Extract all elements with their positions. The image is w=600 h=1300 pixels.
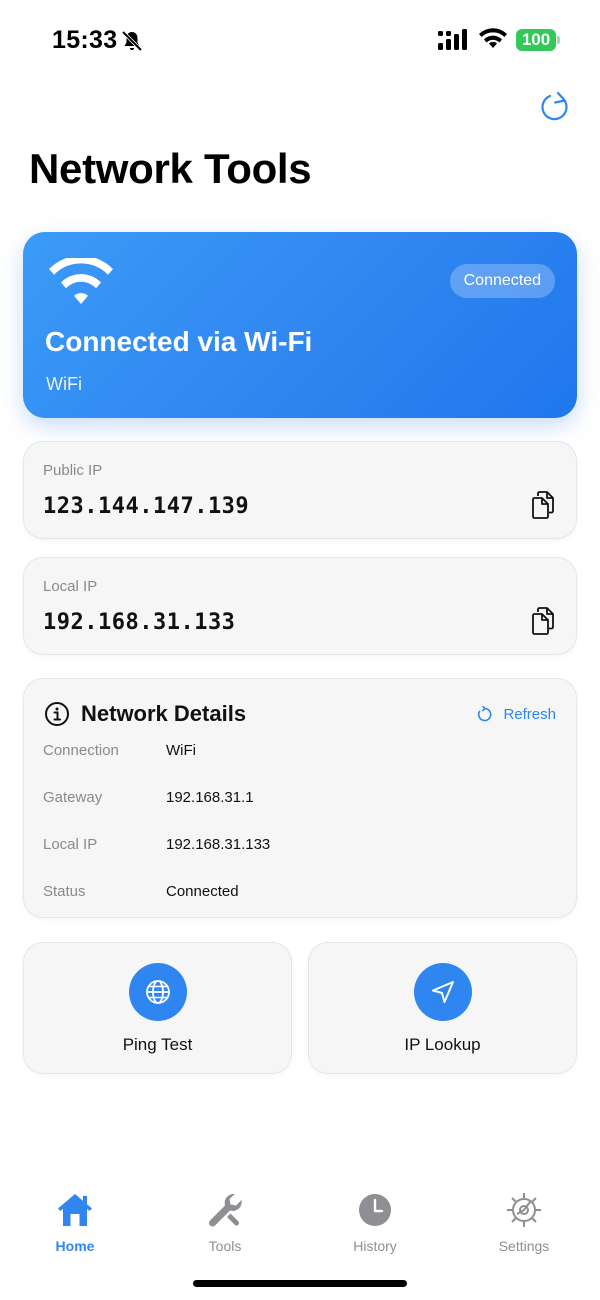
wrench-icon: [208, 1193, 242, 1227]
ip-lookup-label: IP Lookup: [404, 1035, 481, 1054]
detail-key: Local IP: [43, 836, 98, 853]
battery-level: 100: [516, 29, 556, 51]
status-time: 15:33: [52, 26, 118, 54]
tab-settings-label: Settings: [498, 1238, 550, 1254]
refresh-icon: [478, 705, 492, 721]
detail-value: Connected: [166, 883, 239, 900]
network-details-card: Network Details Refresh Connection WiFi …: [23, 678, 577, 918]
ip-lookup-button[interactable]: IP Lookup: [308, 942, 577, 1074]
copy-icon[interactable]: [530, 606, 556, 636]
connection-card: Connected Connected via Wi-Fi WiFi: [23, 232, 577, 418]
detail-row: Connection WiFi: [43, 742, 543, 764]
tab-history-label: History: [353, 1238, 397, 1254]
clock-icon: [359, 1194, 391, 1226]
connection-title: Connected via Wi-Fi: [45, 326, 313, 357]
public-ip-label: Public IP: [43, 462, 103, 479]
status-bar: 15:33 100: [0, 0, 600, 80]
ping-test-label: Ping Test: [122, 1035, 193, 1054]
detail-row: Gateway 192.168.31.1: [43, 789, 543, 811]
network-details-title: Network Details: [81, 701, 247, 726]
detail-value: 192.168.31.133: [166, 836, 271, 853]
detail-key: Status: [43, 883, 86, 900]
local-ip-label: Local IP: [43, 578, 98, 595]
ip-lookup-icon-circle: [414, 963, 472, 1021]
detail-key: Gateway: [43, 789, 103, 806]
detail-key: Connection: [43, 742, 119, 759]
refresh-button[interactable]: Refresh: [476, 703, 556, 725]
refresh-icon[interactable]: [538, 90, 572, 124]
ping-test-button[interactable]: Ping Test: [23, 942, 292, 1074]
tab-settings[interactable]: Settings: [464, 1190, 584, 1260]
cellular-signal-icon: [438, 29, 467, 50]
house-icon: [58, 1194, 92, 1226]
connection-subtitle: WiFi: [46, 374, 82, 394]
public-ip-card: Public IP 123.144.147.139: [23, 441, 577, 539]
info-icon: [45, 702, 69, 726]
ping-test-icon-circle: [129, 963, 187, 1021]
refresh-label: Refresh: [503, 705, 556, 723]
tab-home-label: Home: [55, 1238, 95, 1254]
bell-slash-icon: [121, 30, 143, 52]
home-indicator: [193, 1280, 407, 1287]
tab-tools[interactable]: Tools: [165, 1190, 285, 1260]
tab-home[interactable]: Home: [15, 1190, 135, 1260]
page-title: Network Tools: [29, 145, 312, 192]
gear-icon: [507, 1193, 541, 1227]
location-arrow-icon: [432, 981, 454, 1003]
wifi-icon: [49, 258, 113, 304]
detail-value: 192.168.31.1: [166, 789, 254, 806]
detail-row: Status Connected: [43, 883, 543, 905]
globe-icon: [146, 980, 170, 1004]
detail-value: WiFi: [166, 742, 196, 759]
status-badge: Connected: [449, 264, 555, 298]
wifi-icon: [479, 28, 507, 48]
copy-icon[interactable]: [530, 490, 556, 520]
battery-icon: 100: [516, 29, 560, 51]
local-ip-card: Local IP 192.168.31.133: [23, 557, 577, 655]
tab-tools-label: Tools: [208, 1238, 242, 1254]
tab-history[interactable]: History: [315, 1190, 435, 1260]
public-ip-value: 123.144.147.139: [43, 494, 250, 519]
local-ip-value: 192.168.31.133: [43, 610, 236, 635]
detail-row: Local IP 192.168.31.133: [43, 836, 543, 858]
